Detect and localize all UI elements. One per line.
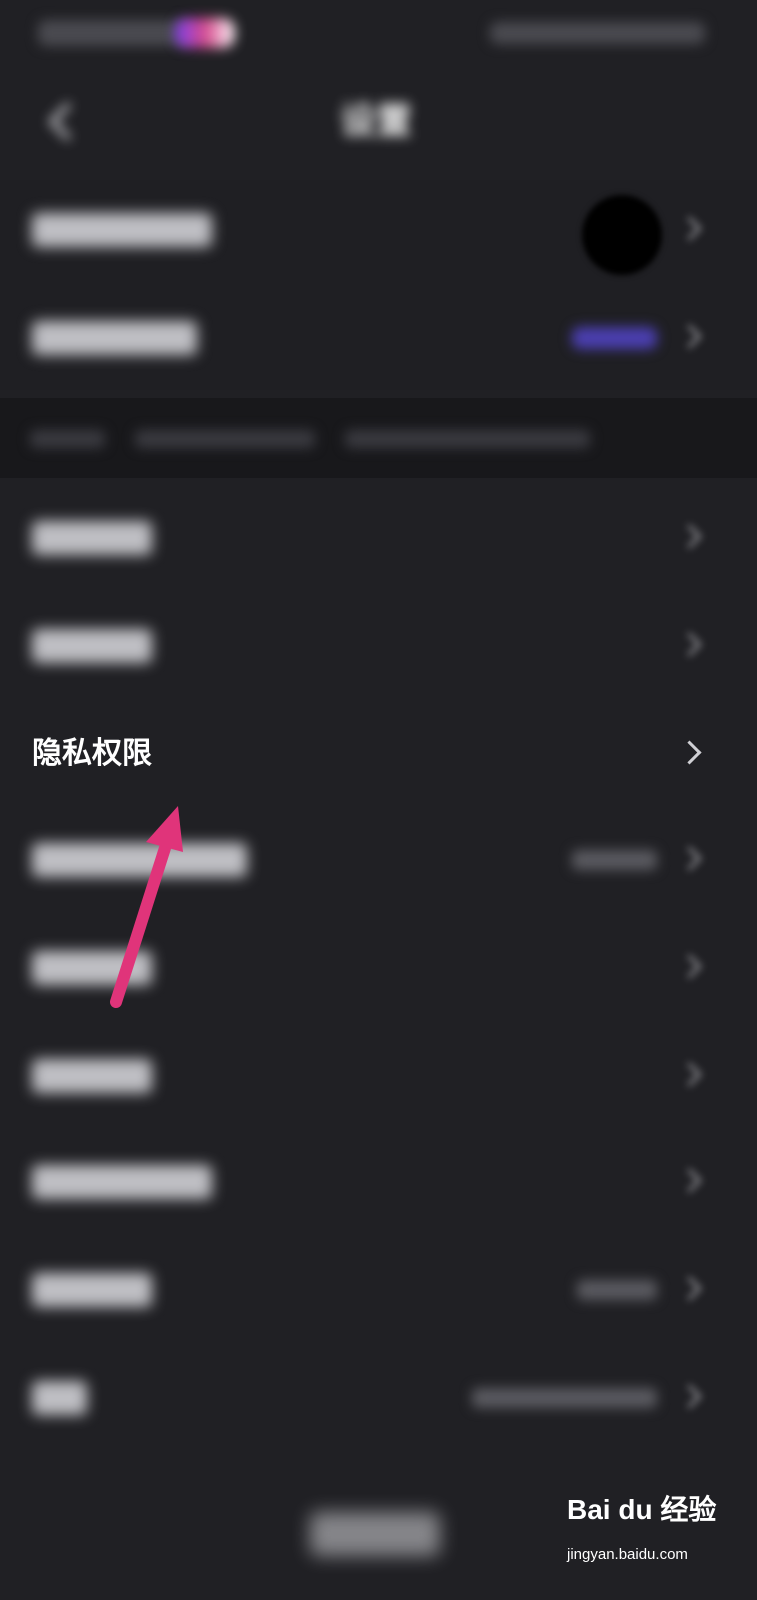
- chevron-right-icon: [681, 742, 699, 760]
- menu-row-9[interactable]: [0, 1344, 757, 1452]
- avatar[interactable]: [582, 195, 662, 275]
- menu-row-label: [32, 951, 152, 985]
- status-bar-right: [490, 22, 705, 44]
- status-badge: [572, 327, 657, 349]
- menu-row-6[interactable]: [0, 1022, 757, 1130]
- chevron-right-icon: [681, 1386, 699, 1404]
- menu-row-label: [32, 1381, 87, 1415]
- watermark-url: jingyan.baidu.com: [567, 1546, 688, 1563]
- notification-icons: [175, 18, 235, 48]
- menu-row-5[interactable]: [0, 914, 757, 1022]
- status-bar: [0, 0, 757, 68]
- menu-row-4[interactable]: [0, 806, 757, 914]
- menu-row-label: 隐私权限: [32, 736, 152, 771]
- chevron-right-icon: [681, 326, 699, 344]
- menu-row-value: [572, 850, 657, 870]
- page-title: 设置: [340, 101, 413, 142]
- menu-row-label: [32, 629, 152, 663]
- status-bar-left: [38, 20, 188, 46]
- chevron-right-icon: [681, 848, 699, 866]
- menu-row-label: [32, 1165, 212, 1199]
- chevron-right-icon: [681, 526, 699, 544]
- logout-button[interactable]: [310, 1512, 440, 1556]
- menu-row-label: [32, 1059, 152, 1093]
- menu-row-2[interactable]: [0, 592, 757, 700]
- menu-row-8[interactable]: [0, 1236, 757, 1344]
- menu-row-label: [32, 213, 212, 247]
- note-text: [135, 430, 315, 448]
- chevron-right-icon: [681, 1170, 699, 1188]
- menu-row-value: [577, 1280, 657, 1300]
- menu-row-label: [32, 1273, 152, 1307]
- chevron-right-icon: [681, 956, 699, 974]
- menu-row-7[interactable]: [0, 1128, 757, 1236]
- menu-row-value: [472, 1388, 657, 1408]
- back-icon[interactable]: [40, 100, 80, 140]
- menu-row-1[interactable]: [0, 484, 757, 592]
- menu-row-label: [32, 321, 197, 355]
- baidu-watermark: Bai du 经验 jingyan.baidu.com: [567, 1488, 717, 1583]
- watermark-logo: Bai du 经验: [567, 1494, 717, 1525]
- chevron-right-icon: [681, 1064, 699, 1082]
- note-text: [30, 430, 105, 448]
- section-note: [0, 398, 757, 478]
- menu-row-label: [32, 843, 247, 877]
- chevron-right-icon: [681, 634, 699, 652]
- note-text: [345, 430, 590, 448]
- chevron-right-icon: [681, 218, 699, 236]
- menu-row-privacy-permissions[interactable]: 隐私权限: [0, 700, 757, 808]
- menu-row-label: [32, 521, 152, 555]
- chevron-right-icon: [681, 1278, 699, 1296]
